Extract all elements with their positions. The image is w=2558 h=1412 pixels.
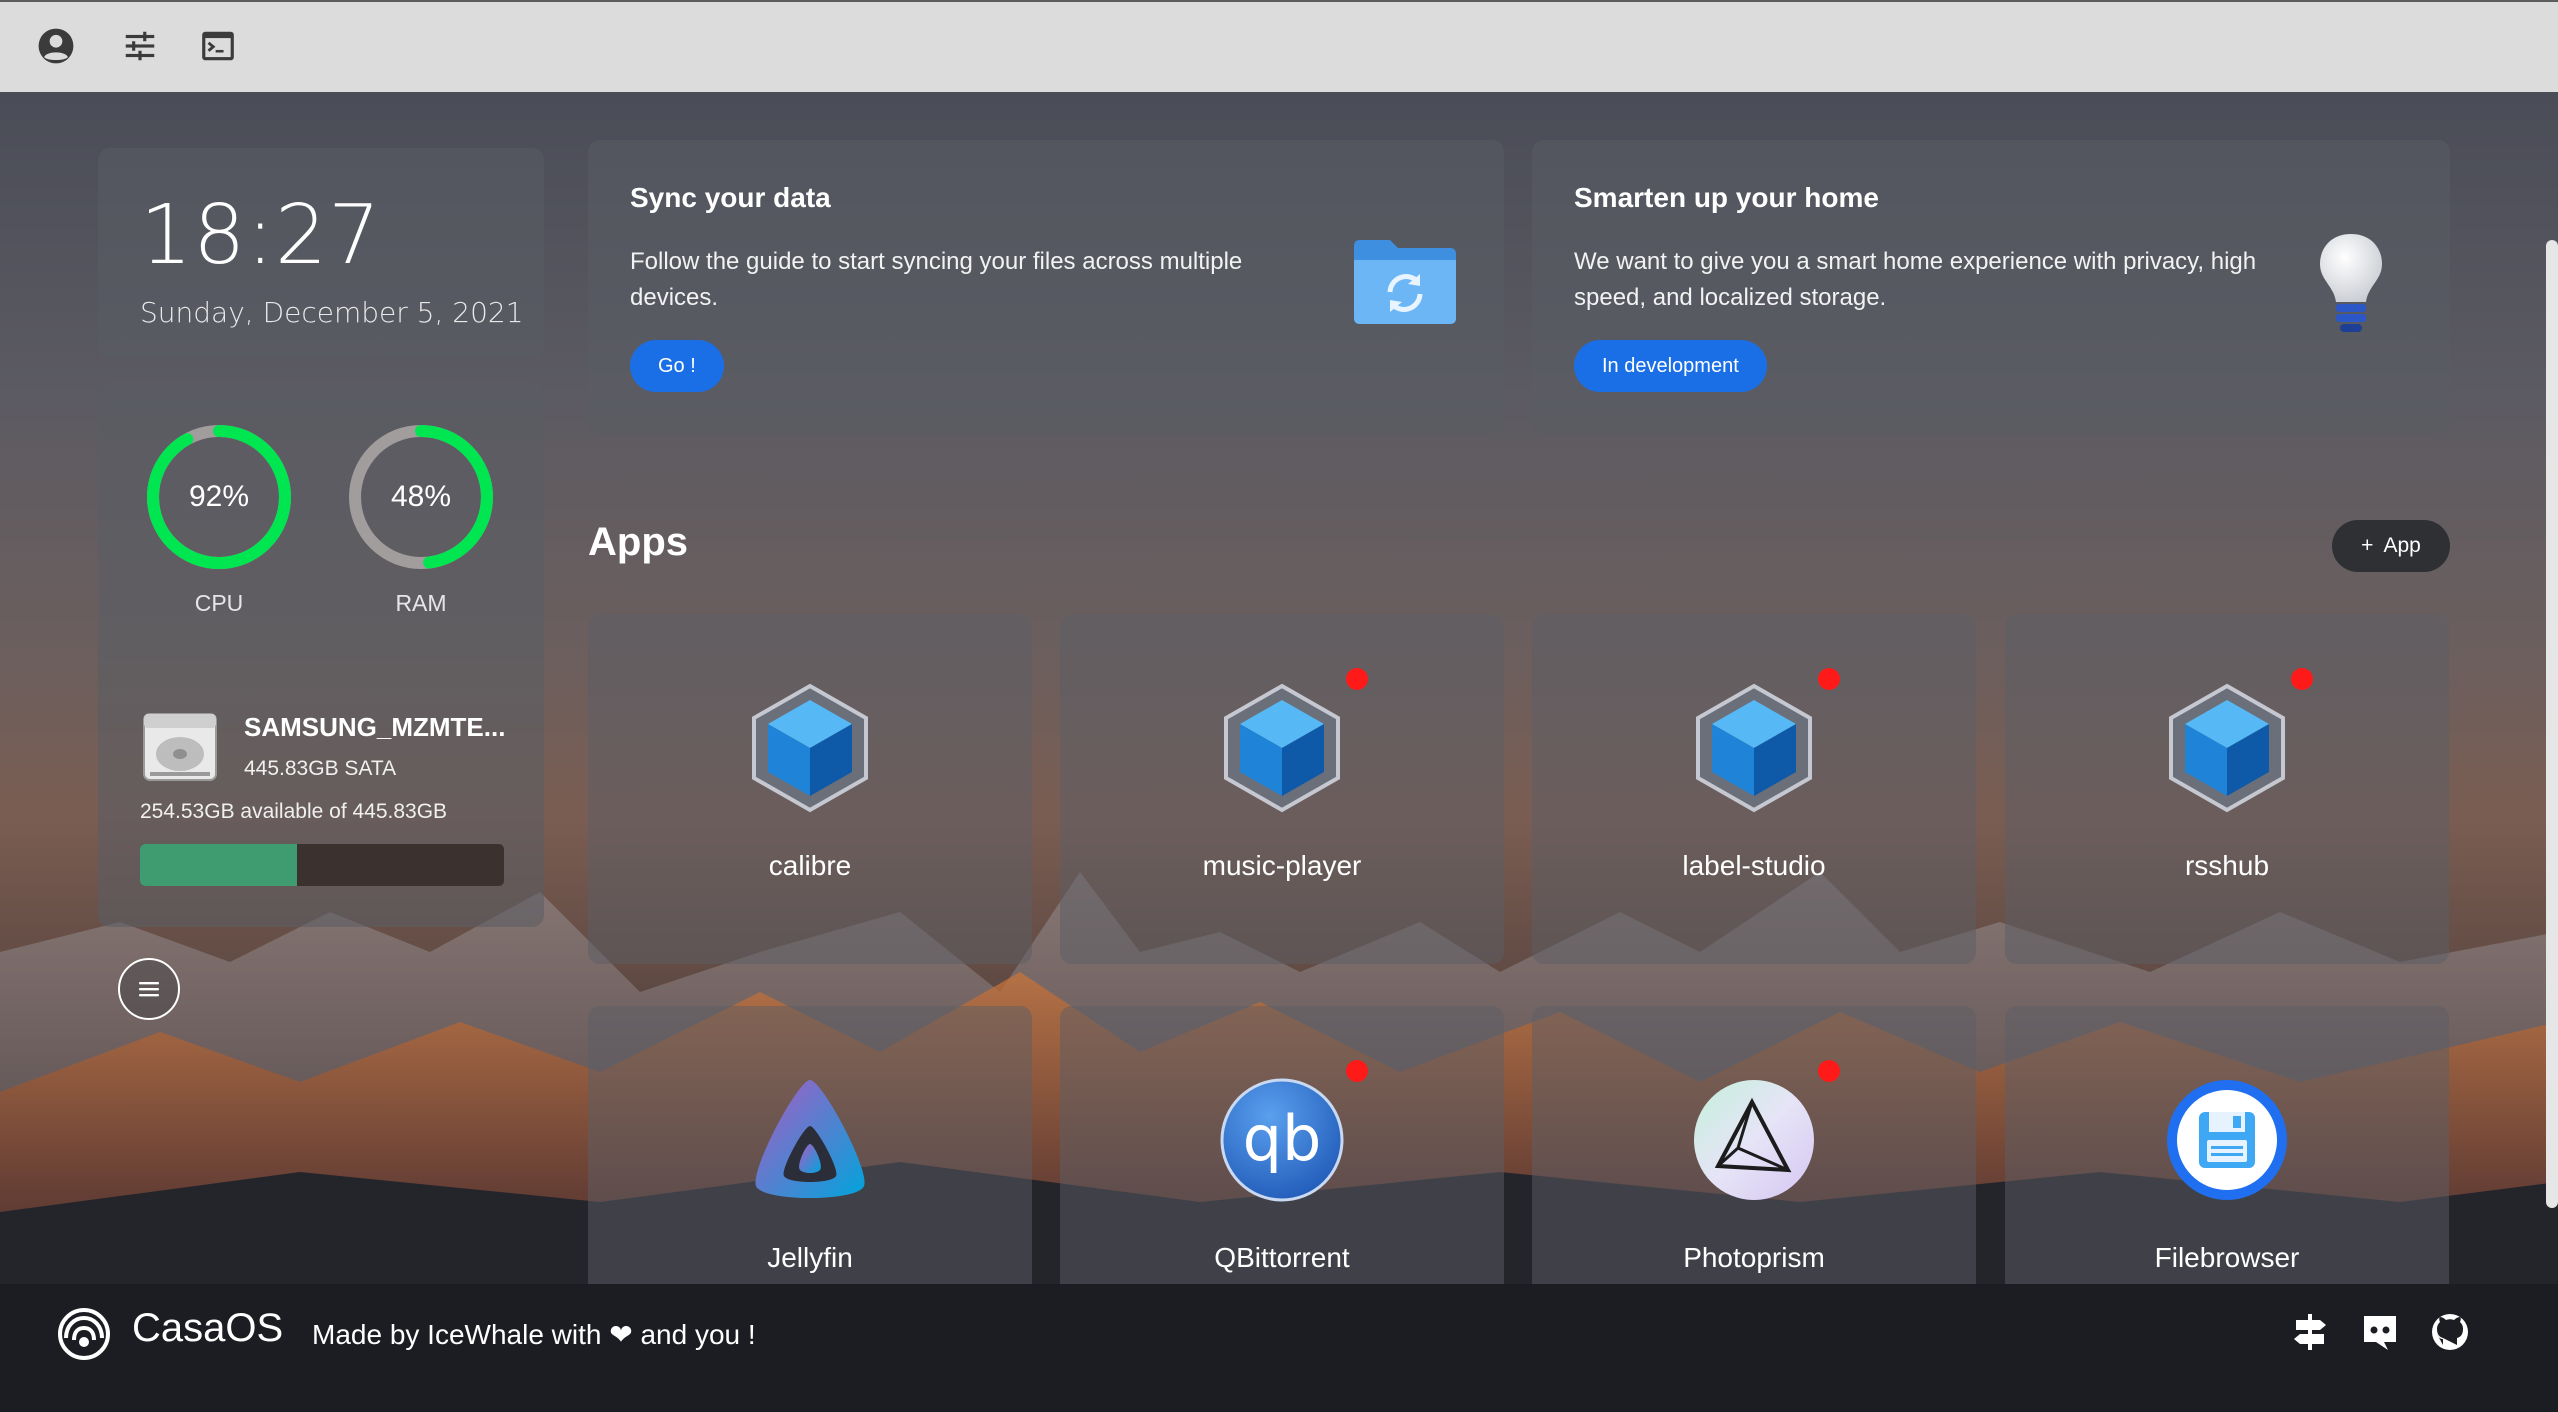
sync-data-card: Sync your data Follow the guide to start… [588,140,1504,434]
smart-home-card: Smarten up your home We want to give you… [1532,140,2450,434]
terminal-icon[interactable] [196,24,240,68]
update-badge [1818,668,1840,690]
update-badge [2291,668,2313,690]
app-name: label-studio [1682,850,1826,881]
app-tile-photoprism[interactable]: Photoprism [1532,1006,1976,1284]
cpu-label: CPU [194,590,244,616]
ram-percent: 48% [390,480,452,513]
disk-usage-bar [140,844,504,886]
disk-usage-fill [140,844,297,886]
app-name: music-player [1202,850,1362,881]
clock-date: Sunday, December 5, 2021 [140,296,524,329]
update-badge [1346,1060,1368,1082]
ram-gauge: 48% [346,422,496,572]
filebrowser-icon [2165,1074,2289,1206]
photoprism-icon [1692,1074,1816,1206]
update-badge [1346,668,1368,690]
app-tile-label-studio[interactable]: label-studio [1532,614,1976,964]
home-card-title: Smarten up your home [1574,182,1879,213]
footer: CasaOS Made by IceWhale with ❤ and you ! [0,1284,2558,1412]
app-tile-music-player[interactable]: music-player [1060,614,1504,964]
home-card-text: We want to give you a smart home experie… [1574,248,2257,311]
sync-go-button[interactable]: Go ! [630,340,724,392]
add-app-label: App [2383,534,2421,557]
hard-drive-icon [140,708,220,788]
widget-menu-button[interactable] [118,958,180,1020]
light-bulb-icon [2316,230,2386,345]
disk-available: 254.53GB available of 445.83GB [140,800,448,823]
in-development-button[interactable]: In development [1574,340,1767,392]
disk-name: SAMSUNG_MZMTE... [244,712,506,742]
app-name: Jellyfin [767,1242,853,1273]
menu-icon [139,982,159,997]
footer-tagline: Made by IceWhale with ❤ and you ! [312,1319,756,1350]
disk-type: 445.83GB SATA [244,757,397,780]
signpost-icon[interactable] [2288,1310,2332,1354]
box-icon [1220,682,1344,814]
apps-section-title: Apps [588,520,688,564]
top-bar [0,0,2558,92]
svg-text:qb: qb [1243,1102,1322,1175]
app-name: QBittorrent [1214,1242,1350,1273]
qbittorrent-icon: qb [1220,1074,1344,1206]
app-name: Filebrowser [2154,1242,2300,1273]
jellyfin-icon [748,1074,872,1206]
add-app-button[interactable]: + App [2332,520,2450,572]
cpu-gauge: 92% [144,422,294,572]
ram-label: RAM [395,590,447,616]
casaos-logo-icon [56,1304,112,1360]
discord-icon[interactable] [2358,1310,2402,1354]
app-tile-jellyfin[interactable]: Jellyfin [588,1006,1032,1284]
app-tile-calibre[interactable]: calibre [588,614,1032,964]
sync-card-text: Follow the guide to start syncing your f… [630,248,1243,311]
box-icon [1692,682,1816,814]
app-name: calibre [768,850,852,881]
app-tile-filebrowser[interactable]: Filebrowser [2005,1006,2449,1284]
app-name: rsshub [2184,850,2270,881]
settings-sliders-icon[interactable] [118,24,162,68]
clock-widget: 18:27 Sunday, December 5, 2021 [98,148,544,358]
update-badge [1818,1060,1840,1082]
sync-card-title: Sync your data [630,182,831,213]
footer-brand: CasaOS [132,1306,284,1350]
system-status-widget: 92% CPU 48% RAM SAMSUNG_MZMTE... 445.83G… [98,382,544,927]
box-icon [2165,682,2289,814]
box-icon [748,682,872,814]
clock-time: 18:27 [140,188,382,283]
page-scrollbar[interactable] [2546,240,2558,1208]
github-icon[interactable] [2428,1310,2472,1354]
sync-folder-icon [1350,236,1460,331]
app-tile-qbittorrent[interactable]: qb QBittorrent [1060,1006,1504,1284]
cpu-percent: 92% [188,480,250,513]
app-name: Photoprism [1683,1242,1825,1273]
app-tile-rsshub[interactable]: rsshub [2005,614,2449,964]
account-icon[interactable] [34,24,78,68]
plus-icon: + [2361,534,2374,557]
